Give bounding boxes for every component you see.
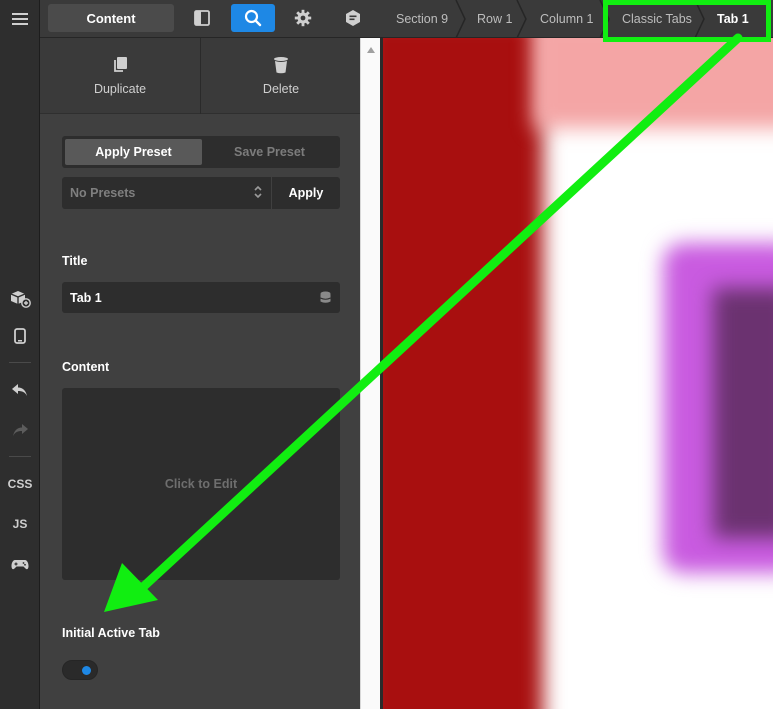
annotation-arrow bbox=[104, 33, 743, 612]
builder-window: CSS JS Content Section 9 Row 1 Column 1 … bbox=[0, 0, 773, 709]
